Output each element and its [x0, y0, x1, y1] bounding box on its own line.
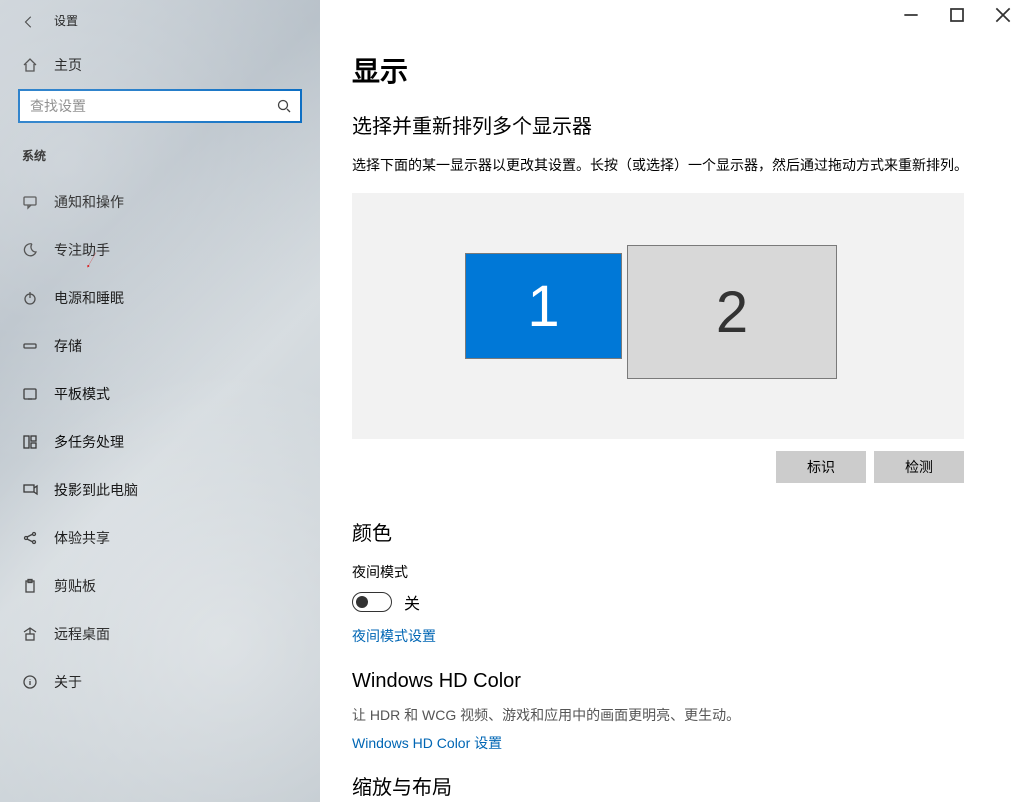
search-input[interactable] — [18, 89, 302, 123]
sidebar-item-label: 关于 — [54, 672, 82, 692]
display-1[interactable]: 1 — [465, 253, 622, 359]
moon-icon — [22, 242, 38, 258]
power-icon — [22, 290, 38, 306]
back-icon[interactable] — [22, 14, 36, 28]
sidebar-item-shared[interactable]: 体验共享 — [0, 514, 320, 562]
sidebar-item-clipboard[interactable]: 剪贴板 — [0, 562, 320, 610]
close-button[interactable] — [980, 0, 1026, 30]
sidebar-category: 系统 — [0, 141, 320, 178]
search-field[interactable] — [28, 97, 276, 115]
sidebar-item-project[interactable]: 投影到此电脑 — [0, 466, 320, 514]
sidebar-item-label: 多任务处理 — [54, 432, 124, 452]
display-2[interactable]: 2 — [627, 245, 837, 379]
sidebar-item-about[interactable]: 关于 — [0, 658, 320, 706]
arrange-heading: 选择并重新排列多个显示器 — [352, 110, 994, 139]
sidebar-item-label: 远程桌面 — [54, 624, 110, 644]
sidebar-item-label: 剪贴板 — [54, 576, 96, 596]
storage-icon — [22, 338, 38, 354]
detect-button[interactable]: 检测 — [874, 451, 964, 483]
sidebar-item-label: 电源和睡眠 — [54, 288, 124, 308]
sidebar-item-storage[interactable]: 存储 — [0, 322, 320, 370]
sidebar-item-multitask[interactable]: 多任务处理 — [0, 418, 320, 466]
home-label: 主页 — [54, 55, 82, 75]
sidebar-item-label: 通知和操作 — [54, 192, 124, 212]
night-settings-link[interactable]: 夜间模式设置 — [352, 626, 994, 646]
share-icon — [22, 530, 38, 546]
arrange-desc: 选择下面的某一显示器以更改其设置。长按（或选择）一个显示器，然后通过拖动方式来重… — [352, 155, 994, 175]
window-title: 设置 — [54, 12, 78, 29]
minimize-button[interactable] — [888, 0, 934, 30]
sidebar-item-focus-assist[interactable]: 专注助手 — [0, 226, 320, 274]
sidebar-nav: 通知和操作 专注助手 电源和睡眠 存储 平板模式 多任务处理 投影到此电脑 体 — [0, 178, 320, 706]
sidebar-item-label: 体验共享 — [54, 528, 110, 548]
content-pane: 显示 选择并重新排列多个显示器 选择下面的某一显示器以更改其设置。长按（或选择）… — [320, 0, 1026, 802]
hd-color-link[interactable]: Windows HD Color 设置 — [352, 733, 994, 753]
hd-color-title: Windows HD Color — [352, 670, 994, 693]
hd-color-desc: 让 HDR 和 WCG 视频、游戏和应用中的画面更明亮、更生动。 — [352, 705, 994, 725]
remote-icon — [22, 626, 38, 642]
sidebar-item-label: 存储 — [54, 336, 82, 356]
display-arrangement[interactable]: 1 2 — [352, 193, 964, 439]
clipboard-icon — [22, 578, 38, 594]
settings-sidebar: 设置 主页 系统 通知和操作 专注助手 电源和睡眠 存储 — [0, 0, 320, 802]
night-mode-toggle[interactable] — [352, 592, 392, 612]
sidebar-item-label: 投影到此电脑 — [54, 480, 138, 500]
message-icon — [22, 194, 38, 210]
sidebar-item-label: 平板模式 — [54, 384, 110, 404]
sidebar-item-label: 专注助手 — [54, 240, 110, 260]
night-label: 夜间模式 — [352, 562, 994, 582]
page-title: 显示 — [352, 50, 994, 90]
sidebar-item-notifications[interactable]: 通知和操作 — [0, 178, 320, 226]
multitask-icon — [22, 434, 38, 450]
info-icon — [22, 674, 38, 690]
tablet-icon — [22, 386, 38, 402]
scale-heading: 缩放与布局 — [352, 771, 994, 800]
night-state: 关 — [404, 590, 420, 614]
identify-button[interactable]: 标识 — [776, 451, 866, 483]
project-icon — [22, 482, 38, 498]
maximize-button[interactable] — [934, 0, 980, 30]
sidebar-item-remote[interactable]: 远程桌面 — [0, 610, 320, 658]
sidebar-home[interactable]: 主页 — [0, 45, 320, 89]
sidebar-item-tablet-mode[interactable]: 平板模式 — [0, 370, 320, 418]
color-heading: 颜色 — [352, 517, 994, 546]
search-icon — [276, 98, 292, 114]
sidebar-item-power[interactable]: 电源和睡眠 — [0, 274, 320, 322]
home-icon — [22, 57, 38, 73]
